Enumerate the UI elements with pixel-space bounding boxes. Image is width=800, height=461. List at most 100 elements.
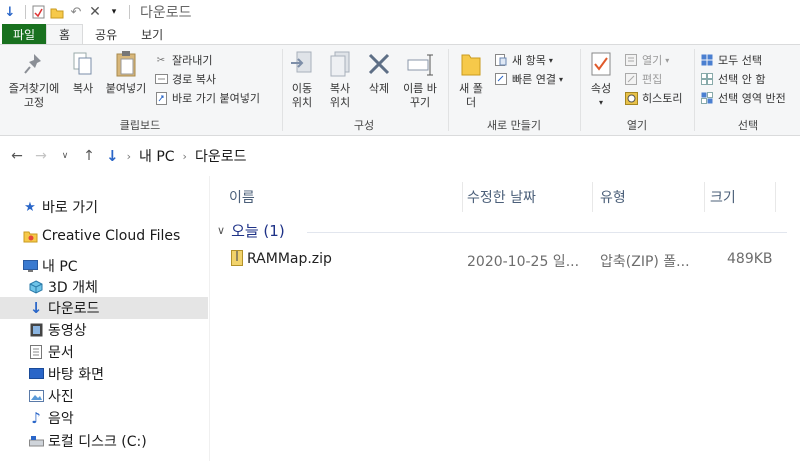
file-name: RAMMap.zip <box>247 251 332 267</box>
group-divider <box>307 232 787 233</box>
group-separator <box>282 49 283 131</box>
file-size: 489KB <box>727 251 773 267</box>
copy-icon <box>68 49 98 79</box>
properties-check-icon <box>586 49 616 79</box>
desktop-icon <box>28 366 44 382</box>
scissors-icon: ✂ <box>156 54 166 66</box>
customize-quick-access-icon[interactable]: ▾ <box>106 4 122 20</box>
nav-item-pictures[interactable]: 사진 <box>0 385 208 407</box>
group-separator <box>448 49 449 131</box>
group-separator <box>580 49 581 131</box>
nav-item-music[interactable]: ♪ 음악 <box>0 407 208 429</box>
file-row[interactable]: RAMMap.zip 2020-10-25 일... 압축(ZIP) 폴... … <box>211 248 800 270</box>
easy-access-button[interactable]: 빠른 연결 ▾ <box>494 70 563 88</box>
paste-button[interactable]: 붙여넣기 <box>102 49 150 96</box>
group-header-today[interactable]: ∨ 오늘 (1) <box>217 220 285 241</box>
column-header-name[interactable]: 이름 <box>229 182 459 212</box>
address-bar: ← → ∨ ↑ ↓ › 내 PC › 다운로드 <box>0 137 800 175</box>
cut-button[interactable]: ✂ 잘라내기 <box>154 51 213 69</box>
properties-button[interactable]: 속성 ▾ <box>586 49 616 110</box>
breadcrumb-this-pc[interactable]: 내 PC <box>139 146 175 166</box>
select-none-button[interactable]: 선택 안 함 <box>700 70 765 88</box>
organize-group: 이동 위치 복사 위치 삭제 이름 바꾸기 구성 <box>284 45 444 135</box>
select-group: 모두 선택 선택 안 함 선택 영역 반전 선택 <box>696 45 800 135</box>
select-all-icon <box>700 53 714 67</box>
tab-share[interactable]: 공유 <box>83 24 129 44</box>
recent-locations-icon[interactable]: ∨ <box>58 151 72 161</box>
invert-selection-button[interactable]: 선택 영역 반전 <box>700 89 786 107</box>
rename-button[interactable]: 이름 바꾸기 <box>402 49 438 110</box>
column-separator[interactable] <box>462 182 463 212</box>
paste-shortcut-icon <box>154 91 168 105</box>
dropdown-icon: ▾ <box>558 74 563 84</box>
close-icon[interactable]: ✕ <box>87 4 103 20</box>
new-folder-icon[interactable] <box>49 4 65 20</box>
chevron-down-icon: ∨ <box>217 224 226 237</box>
file-type: 압축(ZIP) 폴... <box>600 254 690 270</box>
nav-item-downloads[interactable]: ↓ 다운로드 <box>0 297 208 319</box>
nav-item-quick-access[interactable]: ★ 바로 가기 <box>0 196 208 218</box>
new-folder-button[interactable]: 새 폴더 <box>454 49 488 110</box>
invert-selection-icon <box>700 91 714 105</box>
chevron-right-icon[interactable]: › <box>183 150 187 163</box>
file-modified: 2020-10-25 일... <box>467 254 580 270</box>
forward-icon[interactable]: → <box>34 148 48 164</box>
select-label: 선택 <box>737 119 759 132</box>
folder-icon <box>456 49 486 79</box>
file-list: 이름 수정한 날짜 유형 크기 ∨ 오늘 (1) RAMMap.zip 2020… <box>211 176 800 461</box>
star-icon: ★ <box>24 199 36 215</box>
select-all-button[interactable]: 모두 선택 <box>700 51 762 69</box>
clipboard-group: 즐겨찾기에 고정 복사 붙여넣기 ✂ 잘라내기 경로 복사 바로 가기 붙여넣기… <box>0 45 280 135</box>
creative-cloud-folder-icon <box>22 228 38 244</box>
history-button[interactable]: 히스토리 <box>624 89 682 107</box>
tab-file[interactable]: 파일 <box>2 24 46 44</box>
copy-path-icon <box>154 72 168 86</box>
column-separator[interactable] <box>775 182 776 212</box>
nav-item-creative-cloud[interactable]: Creative Cloud Files <box>0 225 208 247</box>
breadcrumb: ↓ › 내 PC › 다운로드 <box>106 146 246 166</box>
pin-button[interactable]: 즐겨찾기에 고정 <box>4 49 64 110</box>
copy-to-button[interactable]: 복사 위치 <box>322 49 358 110</box>
download-arrow-icon: ↓ <box>4 4 16 20</box>
dropdown-icon: ▾ <box>665 55 670 65</box>
open-label: 열기 <box>626 119 648 132</box>
nav-item-this-pc[interactable]: 내 PC <box>0 255 208 277</box>
new-group: 새 폴더 새 항목 ▾ 빠른 연결 ▾ 새로 만들기 <box>450 45 578 135</box>
chevron-right-icon[interactable]: › <box>127 150 131 163</box>
music-note-icon: ♪ <box>31 409 41 427</box>
nav-item-documents[interactable]: 문서 <box>0 341 208 363</box>
nav-item-3d-objects[interactable]: 3D 개체 <box>0 276 208 298</box>
column-separator[interactable] <box>592 182 593 212</box>
column-header-type[interactable]: 유형 <box>600 182 700 212</box>
paste-shortcut-button[interactable]: 바로 가기 붙여넣기 <box>154 89 260 107</box>
paste-icon <box>111 49 141 79</box>
new-item-button[interactable]: 새 항목 ▾ <box>494 51 553 69</box>
up-icon[interactable]: ↑ <box>82 148 96 164</box>
column-header-size[interactable]: 크기 <box>710 182 780 212</box>
copy-path-button[interactable]: 경로 복사 <box>154 70 216 88</box>
nav-item-videos[interactable]: 동영상 <box>0 319 208 341</box>
edit-button[interactable]: 편집 <box>624 70 662 88</box>
column-header-modified[interactable]: 수정한 날짜 <box>467 182 592 212</box>
move-to-button[interactable]: 이동 위치 <box>284 49 320 110</box>
easy-access-icon <box>494 72 508 86</box>
title-bar: ↓ ↶ ✕ ▾ 다운로드 <box>0 0 800 24</box>
tab-home[interactable]: 홈 <box>46 24 84 44</box>
new-item-icon <box>494 53 508 67</box>
ribbon-tabs: 파일 홈 공유 보기 <box>0 24 800 44</box>
properties-icon[interactable] <box>30 4 46 20</box>
organize-label: 구성 <box>353 119 375 132</box>
tab-view[interactable]: 보기 <box>129 24 175 44</box>
open-icon <box>624 53 638 67</box>
nav-item-local-disk[interactable]: 로컬 디스크 (C:) <box>0 430 208 452</box>
open-button[interactable]: 열기 ▾ <box>624 51 669 69</box>
undo-icon[interactable]: ↶ <box>68 4 84 20</box>
nav-item-desktop[interactable]: 바탕 화면 <box>0 363 208 385</box>
breadcrumb-downloads[interactable]: 다운로드 <box>195 146 247 166</box>
back-icon[interactable]: ← <box>10 148 24 164</box>
copy-button[interactable]: 복사 <box>66 49 100 96</box>
dropdown-icon: ▾ <box>598 98 603 107</box>
edit-icon <box>624 72 638 86</box>
delete-button[interactable]: 삭제 <box>364 49 394 96</box>
column-separator[interactable] <box>704 182 705 212</box>
